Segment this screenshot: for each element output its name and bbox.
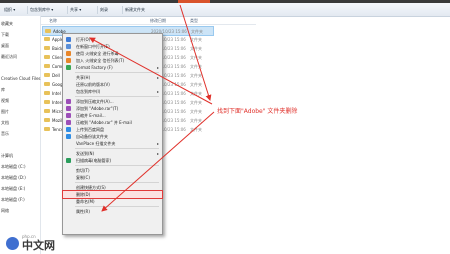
- php-logo-icon: [6, 237, 19, 250]
- arrow-to-delete: [101, 111, 215, 212]
- watermark-text: 中文网: [22, 239, 55, 252]
- arrow-to-annotation: [179, 4, 212, 101]
- annotation-text: 找到下面"Adobe" 文件夹删除: [217, 108, 298, 115]
- annotation-arrows: [89, 4, 215, 212]
